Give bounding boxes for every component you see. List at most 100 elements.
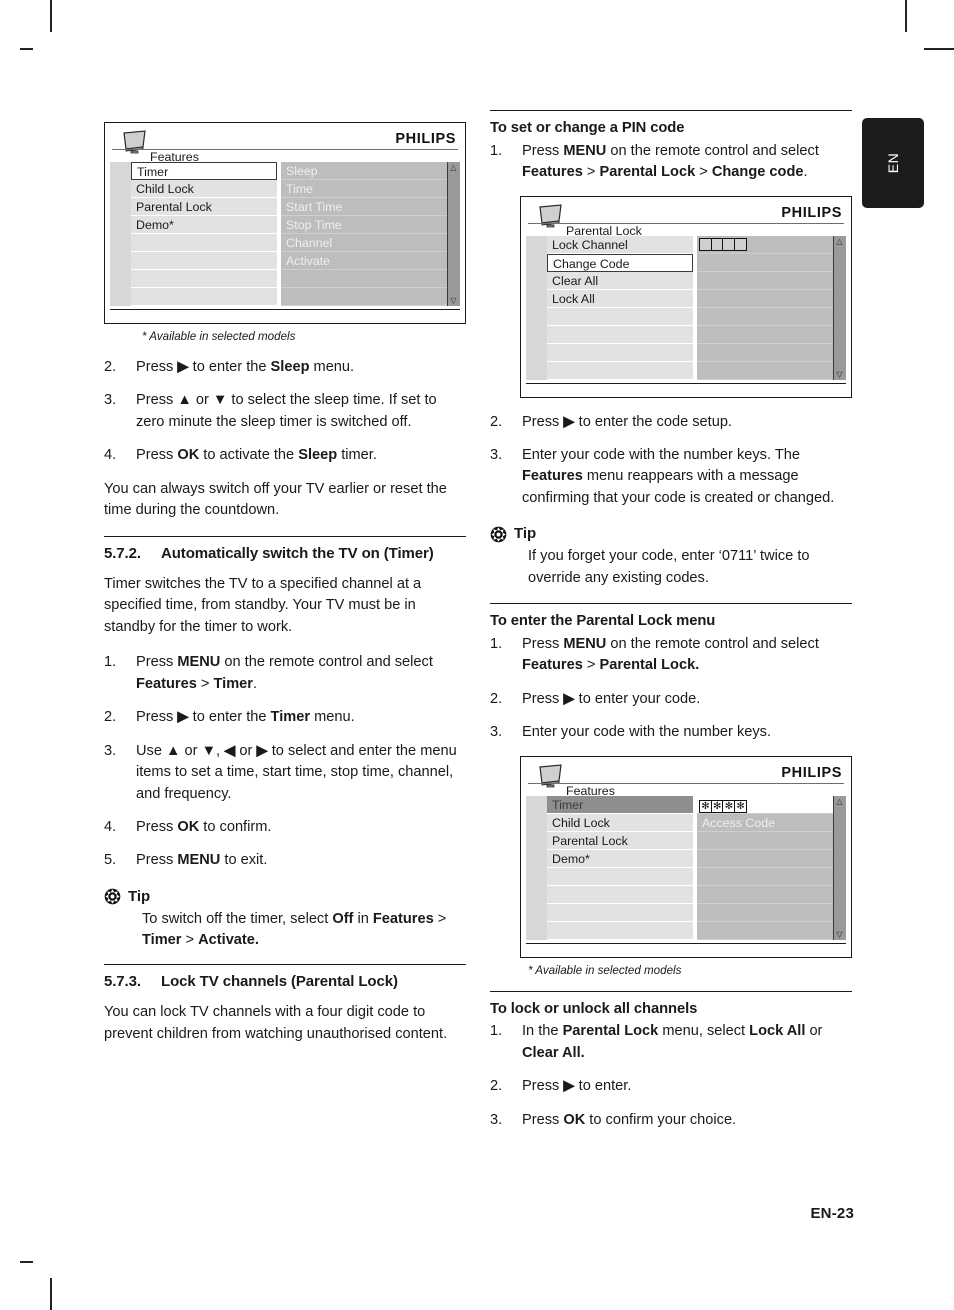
osd-option-channel[interactable]: Channel [281,234,447,252]
tip-text: To switch off the timer, select Off in F… [142,910,447,949]
step-text: Press ▶ to enter the Sleep menu. [136,359,355,376]
step-text: Press MENU on the remote control and sel… [136,654,433,692]
language-tab-label: EN [885,152,901,174]
step-number: 2. [490,690,503,707]
osd-item-empty [547,343,693,362]
list-item: 3. Use ▲ or ▼, ◀ or ▶ to select and enter… [104,741,466,805]
osd-header: PHILIPS Parental Lock [526,202,846,238]
osd-option-empty [697,361,833,380]
access-code-box-group[interactable]: ✻ ✻ ✻ ✻ [699,799,748,813]
osd-right-list: ✻ ✻ ✻ ✻ Access Code [697,795,833,940]
osd-option-empty [697,885,833,904]
osd-scrollbar[interactable]: △ ▽ [833,235,846,380]
step-text: In the Parental Lock menu, select Lock A… [522,1023,823,1061]
list-item: 5. Press MENU to exit. [104,850,466,871]
step-number: 4. [104,818,117,835]
step-number: 3. [104,742,117,759]
osd-header: PHILIPS Features [526,762,846,798]
step-number: 2. [490,413,503,430]
osd-option-empty [697,921,833,940]
osd-item-clear-all[interactable]: Clear All [547,271,693,290]
step-number: 2. [104,359,117,376]
step-number: 2. [490,1078,503,1095]
osd-right-panel: △ ▽ [697,235,846,380]
osd-option-sleep[interactable]: Sleep [281,162,447,180]
osd-item-parental-lock[interactable]: Parental Lock [131,198,277,216]
section-title: Lock TV channels (Parental Lock) [161,972,398,990]
heading-enter-parental-lock: To enter the Parental Lock menu [490,613,716,630]
figure-note-left: * Available in selected models [142,330,296,343]
osd-item-empty [547,361,693,380]
step-text: Press ▶ to enter your code. [522,690,701,707]
step-text: Press ▶ to enter. [522,1078,632,1095]
osd-option-empty [281,270,447,288]
scroll-down-icon[interactable]: ▽ [835,930,844,939]
osd-option-empty [697,831,833,850]
crop-mark-top-right-horizontal [924,48,954,50]
osd-option-access-code[interactable]: Access Code [697,813,833,832]
crop-mark-bottom-left-horizontal [20,1261,33,1263]
osd-option-stop-time[interactable]: Stop Time [281,216,447,234]
scroll-up-icon[interactable]: △ [835,797,844,806]
osd-scrollbar[interactable]: △ ▽ [833,795,846,940]
tip-asterisk-icon [490,526,507,543]
osd-option-time[interactable]: Time [281,180,447,198]
osd-option-empty [697,271,833,290]
crop-mark-bottom-left-vertical [50,1278,52,1310]
pin-box-group[interactable] [699,237,747,251]
step-text: Enter your code with the number keys. Th… [522,447,835,506]
osd-right-panel: Sleep Time Start Time Stop Time Channel … [281,162,460,306]
section-rule [104,963,466,965]
access-code-box[interactable]: ✻ [734,799,748,813]
osd-item-child-lock[interactable]: Child Lock [131,180,277,198]
osd-item-demo[interactable]: Demo* [131,216,277,234]
crop-mark-top-left-vertical [50,0,52,32]
osd-item-child-lock[interactable]: Child Lock [547,813,693,832]
osd-left-list: Timer Child Lock Parental Lock Demo* [110,162,277,306]
scroll-up-icon[interactable]: △ [835,237,844,246]
access-code-entry-row[interactable]: ✻ ✻ ✻ ✻ [697,795,833,814]
section-rule [490,603,852,605]
crop-mark-top-right-vertical [905,0,907,32]
osd-item-demo[interactable]: Demo* [547,849,693,868]
scroll-down-icon[interactable]: ▽ [835,370,844,379]
osd-option-empty [697,253,833,272]
language-tab: EN [862,118,924,208]
tip-label: Tip [514,525,537,543]
list-item: 3. Press OK to confirm your choice. [490,1110,852,1131]
steps-lock-all: 1. In the Parental Lock menu, select Lock… [490,1021,852,1131]
osd-item-lock-all[interactable]: Lock All [547,289,693,308]
pin-entry-row[interactable] [697,235,833,254]
osd-body: Lock Channel Change Code Clear All Lock … [526,235,846,380]
list-item: 3. Enter your code with the number keys. [490,722,852,743]
osd-figure-parental-lock: PHILIPS Parental Lock Lock Channel Chang… [520,195,852,398]
tip-text: If you forget your code, enter ‘0711’ tw… [528,548,810,586]
scroll-down-icon[interactable]: ▽ [449,296,458,305]
osd-menu-title: Parental Lock [566,223,642,238]
osd-option-activate[interactable]: Activate [281,252,447,270]
osd-option-start-time[interactable]: Start Time [281,198,447,216]
steps-pin-part2: 2. Press ▶ to enter the code setup. 3. Ent… [490,412,852,510]
list-item: 2. Press ▶ to enter the Sleep menu. [104,357,466,378]
osd-option-empty [697,325,833,344]
step-number: 2. [104,709,117,726]
osd-right-list: Sleep Time Start Time Stop Time Channel … [281,162,447,306]
osd-menu-title: Features [150,150,199,164]
osd-item-parental-lock[interactable]: Parental Lock [547,831,693,850]
osd-item-empty [131,252,277,270]
osd-menu-title: Features [566,783,615,798]
osd-item-change-code[interactable]: Change Code [547,253,693,272]
osd-figure-features-timer: PHILIPS Features Timer Child Lock Parent… [104,122,466,324]
pin-box[interactable] [733,237,747,251]
paragraph-switch-off: You can always switch off your TV earlie… [104,480,447,519]
osd-option-empty [697,849,833,868]
osd-body: Timer Child Lock Parental Lock Demo* ✻ ✻… [526,795,846,940]
step-number: 3. [490,447,503,464]
tip-header: Tip [104,886,466,908]
step-text: Enter your code with the number keys. [522,724,772,741]
scroll-up-icon[interactable]: △ [449,163,458,172]
steps-timer: 1. Press MENU on the remote control and s… [104,652,466,872]
osd-scrollbar[interactable]: △ ▽ [447,162,460,306]
step-text: Press MENU on the remote control and sel… [522,635,819,674]
tip-header: Tip [490,523,852,545]
